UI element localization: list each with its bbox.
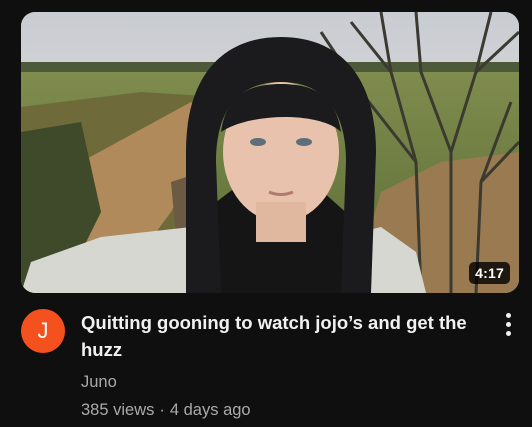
video-meta: Quitting gooning to watch jojo’s and get… bbox=[81, 309, 481, 420]
video-card: 4:17 J Quitting gooning to watch jojo’s … bbox=[0, 0, 532, 427]
video-title[interactable]: Quitting gooning to watch jojo’s and get… bbox=[81, 309, 481, 363]
thumbnail-image bbox=[21, 12, 519, 293]
menu-dot bbox=[505, 321, 511, 327]
upload-date: 4 days ago bbox=[169, 401, 251, 419]
channel-avatar[interactable]: J bbox=[21, 309, 65, 353]
video-stats: 385 views · 4 days ago bbox=[81, 400, 481, 420]
menu-dot bbox=[505, 312, 511, 318]
video-thumbnail[interactable]: 4:17 bbox=[21, 12, 519, 293]
menu-dot bbox=[505, 330, 511, 336]
duration-badge: 4:17 bbox=[469, 262, 510, 284]
view-count: 385 views bbox=[81, 401, 155, 419]
channel-name[interactable]: Juno bbox=[81, 372, 481, 392]
more-vertical-icon[interactable] bbox=[496, 310, 520, 338]
avatar-letter: J bbox=[37, 318, 49, 343]
meta-separator: · bbox=[159, 401, 165, 419]
